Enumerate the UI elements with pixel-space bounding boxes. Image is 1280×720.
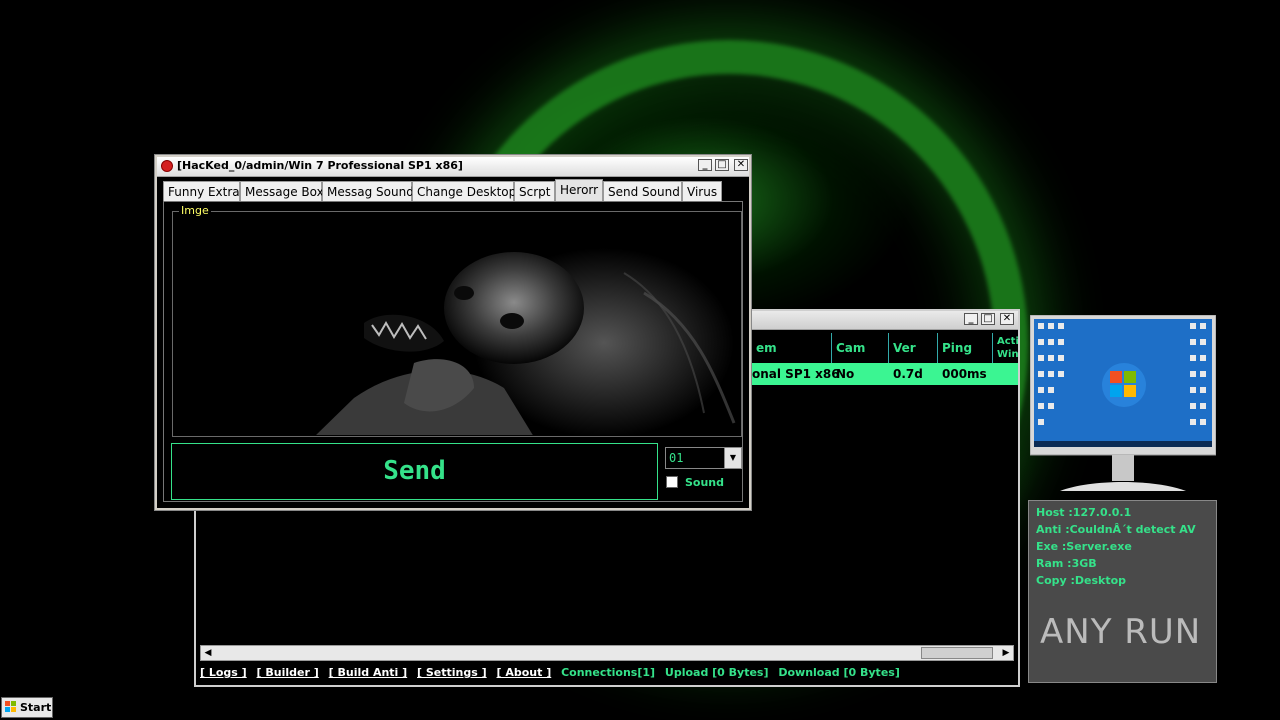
close-button[interactable]: ✕: [734, 159, 748, 171]
tab-change-desktop[interactable]: Change Desktop: [412, 181, 516, 201]
windows-logo-icon: [5, 701, 17, 713]
tab-funny-extra[interactable]: Funny Extra: [163, 181, 240, 201]
close-button[interactable]: ✕: [1000, 313, 1014, 325]
about-link[interactable]: [ About ]: [497, 666, 552, 679]
client-info-panel: Host :127.0.0.1 Anti :CouldnÂ´t detect A…: [1028, 500, 1217, 683]
statusbar: [ Logs ] [ Builder ] [ Build Anti ] [ Se…: [200, 666, 906, 679]
dialog-title: [HacKed_0/admin/Win 7 Professional SP1 x…: [177, 159, 463, 172]
desktop-preview-monitor: [1029, 314, 1217, 493]
logs-link[interactable]: [ Logs ]: [200, 666, 247, 679]
tab-send-sound[interactable]: Send Sound: [603, 181, 682, 201]
maximize-button[interactable]: □: [715, 159, 729, 171]
build-anti-link[interactable]: [ Build Anti ]: [329, 666, 408, 679]
image-group: Imge: [172, 204, 742, 437]
app-icon: [161, 160, 173, 172]
scroll-left-icon[interactable]: ◀: [201, 646, 215, 660]
scrollbar-thumb[interactable]: [921, 647, 993, 659]
image-number-value: 01: [669, 451, 684, 465]
send-button[interactable]: Send: [171, 443, 658, 500]
start-button[interactable]: Start: [1, 697, 53, 718]
table-row[interactable]: onal SP1 x86 No 0.7d 000ms: [752, 363, 1018, 385]
info-host: Host :127.0.0.1: [1036, 506, 1132, 519]
col-active-window[interactable]: Acti Win: [993, 333, 1018, 363]
connections-count: Connections[1]: [561, 666, 656, 679]
builder-link[interactable]: [ Builder ]: [257, 666, 319, 679]
settings-link[interactable]: [ Settings ]: [417, 666, 487, 679]
col-cam[interactable]: Cam: [832, 333, 889, 363]
col-ver[interactable]: Ver: [889, 333, 938, 363]
tab-scrpt[interactable]: Scrpt: [514, 181, 555, 201]
info-exe: Exe :Server.exe: [1036, 540, 1132, 553]
scroll-right-icon[interactable]: ▶: [999, 646, 1013, 660]
horizontal-scrollbar[interactable]: ◀ ▶: [200, 645, 1014, 661]
tab-messag-sound[interactable]: Messag Sound: [322, 181, 414, 201]
cell-ping: 000ms: [942, 367, 987, 381]
tab-virus[interactable]: Virus: [682, 181, 722, 201]
grid-header: em Cam Ver Ping Acti Win: [752, 333, 1018, 363]
chevron-down-icon[interactable]: ▼: [724, 448, 741, 468]
minimize-button[interactable]: _: [698, 159, 712, 171]
monitor-icon: [1029, 314, 1217, 491]
scary-face-image: [174, 213, 740, 435]
tab-message-box[interactable]: Message Box: [240, 181, 324, 201]
info-anti: Anti :CouldnÂ´t detect AV: [1036, 523, 1196, 536]
dialog-titlebar[interactable]: [HacKed_0/admin/Win 7 Professional SP1 x…: [157, 157, 749, 177]
cell-system: onal SP1 x86: [752, 367, 840, 381]
tab-herorr[interactable]: Herorr: [555, 179, 603, 201]
tab-panel-herorr: Imge Send 01 ▼ Sound: [163, 201, 743, 502]
sound-label: Sound: [685, 476, 725, 489]
col-system[interactable]: em: [752, 333, 832, 363]
download-status: Download [0 Bytes]: [778, 666, 900, 679]
col-ping[interactable]: Ping: [938, 333, 993, 363]
scary-face-illustration: [316, 248, 736, 435]
upload-status: Upload [0 Bytes]: [664, 666, 769, 679]
hacked-dialog: [HacKed_0/admin/Win 7 Professional SP1 x…: [154, 154, 752, 511]
image-group-label: Imge: [179, 204, 211, 217]
minimize-button[interactable]: _: [964, 313, 978, 325]
info-ram: Ram :3GB: [1036, 557, 1097, 570]
cell-ver: 0.7d: [893, 367, 923, 381]
maximize-button[interactable]: □: [981, 313, 995, 325]
info-copy: Copy :Desktop: [1036, 574, 1127, 587]
start-label: Start: [20, 701, 52, 714]
anyrun-watermark: ANY RUN: [1040, 612, 1202, 652]
cell-cam: No: [836, 367, 855, 381]
sound-checkbox[interactable]: [666, 476, 678, 488]
image-number-select[interactable]: 01 ▼: [665, 447, 742, 469]
